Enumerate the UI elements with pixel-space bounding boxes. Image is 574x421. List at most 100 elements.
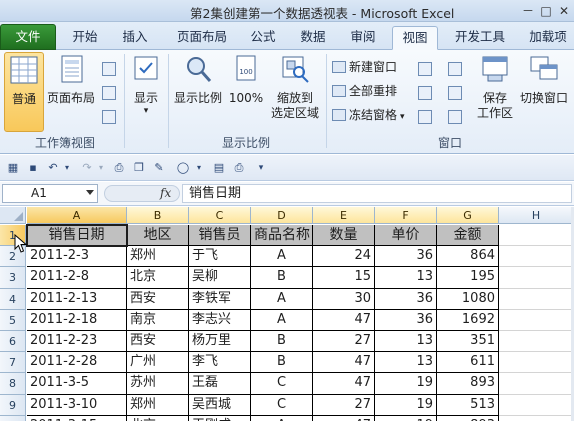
page-layout-view-button[interactable]: 页面布局 <box>46 52 96 132</box>
data-cell-amount[interactable]: 1080 <box>437 288 499 310</box>
grid-icon[interactable]: ▦ <box>6 161 20 175</box>
column-header-e[interactable]: E <box>313 207 375 224</box>
data-cell-date[interactable]: 2011-2-23 <box>27 331 127 353</box>
new-window-button[interactable]: 新建窗口 <box>332 58 397 76</box>
show-button[interactable]: 显示 ▾ <box>128 52 164 132</box>
data-cell-date[interactable]: 2011-2-28 <box>27 352 127 374</box>
data-cell-product[interactable]: A <box>251 415 313 421</box>
formula-input[interactable]: 销售日期 <box>182 184 572 203</box>
undo-dropdown-icon[interactable]: ▾ <box>60 161 74 175</box>
data-cell-unit-price[interactable]: 19 <box>375 415 437 421</box>
data-cell-product[interactable]: C <box>251 373 313 395</box>
empty-cell[interactable] <box>499 225 574 247</box>
data-cell-unit-price[interactable]: 36 <box>375 246 437 268</box>
name-box[interactable]: A1 <box>2 184 98 203</box>
data-cell-amount[interactable]: 1692 <box>437 309 499 331</box>
tab-data[interactable]: 数据 <box>294 26 332 50</box>
tab-insert[interactable]: 插入 <box>114 26 156 50</box>
data-cell-quantity[interactable]: 30 <box>313 288 375 310</box>
header-cell-region[interactable]: 地区 <box>127 225 189 247</box>
customize-toolbar-icon[interactable]: ▾ <box>254 161 268 175</box>
format-painter-icon[interactable]: ✎ <box>152 161 166 175</box>
custom-views-icon[interactable] <box>102 86 116 100</box>
data-cell-region[interactable]: 北京 <box>127 415 189 421</box>
data-cell-region[interactable]: 广州 <box>127 352 189 374</box>
data-cell-product[interactable]: B <box>251 331 313 353</box>
header-cell-date[interactable]: 销售日期 <box>27 225 127 247</box>
header-cell-quantity[interactable]: 数量 <box>313 225 375 247</box>
save-workspace-button[interactable]: 保存 工作区 <box>474 52 516 132</box>
empty-cell[interactable] <box>499 309 574 331</box>
switch-windows-button[interactable]: 切换窗口 <box>518 52 570 132</box>
column-header-a[interactable]: A <box>27 207 127 224</box>
tab-view[interactable]: 视图 <box>392 26 438 50</box>
arrange-all-button[interactable]: 全部重排 <box>332 82 397 100</box>
data-cell-date[interactable]: 2011-3-10 <box>27 394 127 416</box>
data-cell-amount[interactable]: 195 <box>437 267 499 289</box>
data-cell-region[interactable]: 西安 <box>127 331 189 353</box>
data-cell-region[interactable]: 北京 <box>127 267 189 289</box>
data-cell-region[interactable]: 郑州 <box>127 394 189 416</box>
unhide-icon[interactable] <box>418 110 432 124</box>
data-cell-product[interactable]: A <box>251 288 313 310</box>
tab-add-ins[interactable]: 加载项 <box>522 26 574 50</box>
row-header-4[interactable]: 4 <box>0 288 26 310</box>
data-cell-unit-price[interactable]: 19 <box>375 394 437 416</box>
page-break-preview-icon[interactable] <box>102 62 116 76</box>
maximize-button[interactable]: □ <box>538 3 554 19</box>
data-cell-region[interactable]: 苏州 <box>127 373 189 395</box>
data-cell-salesperson[interactable]: 李飞 <box>189 352 251 374</box>
tab-developer[interactable]: 开发工具 <box>448 26 512 50</box>
data-cell-date[interactable]: 2011-3-15 <box>27 415 127 421</box>
synchronous-scrolling-icon[interactable] <box>448 86 462 100</box>
header-cell-amount[interactable]: 金额 <box>437 225 499 247</box>
data-cell-product[interactable]: C <box>251 394 313 416</box>
data-cell-salesperson[interactable]: 李志兴 <box>189 309 251 331</box>
empty-cell[interactable] <box>499 415 574 421</box>
undo-icon[interactable]: ↶ <box>46 161 60 175</box>
data-cell-region[interactable]: 郑州 <box>127 246 189 268</box>
zoom-to-selection-button[interactable]: 缩放到 选定区域 <box>268 52 322 132</box>
data-cell-unit-price[interactable]: 36 <box>375 288 437 310</box>
data-cell-product[interactable]: A <box>251 309 313 331</box>
freeze-panes-button[interactable]: 冻结窗格 ▾ <box>332 106 405 124</box>
name-box-dropdown-icon[interactable] <box>86 190 94 195</box>
data-cell-unit-price[interactable]: 13 <box>375 267 437 289</box>
empty-cell[interactable] <box>499 246 574 268</box>
row-header-9[interactable]: 9 <box>0 394 26 416</box>
data-cell-salesperson[interactable]: 王刚成 <box>189 415 251 421</box>
zoom-100-button[interactable]: 100 100% <box>228 52 264 132</box>
data-cell-product[interactable]: B <box>251 267 313 289</box>
row-header-10[interactable]: 10 <box>0 415 26 421</box>
minimize-button[interactable]: － <box>520 3 536 19</box>
header-cell-salesperson[interactable]: 销售员 <box>189 225 251 247</box>
data-cell-salesperson[interactable]: 李铁军 <box>189 288 251 310</box>
print-preview-icon[interactable]: ⎙ <box>112 161 126 175</box>
data-cell-amount[interactable]: 893 <box>437 415 499 421</box>
column-header-c[interactable]: C <box>189 207 251 224</box>
data-cell-salesperson[interactable]: 王磊 <box>189 373 251 395</box>
normal-view-button[interactable]: 普通 <box>4 52 44 132</box>
data-cell-amount[interactable]: 864 <box>437 246 499 268</box>
row-header-8[interactable]: 8 <box>0 373 26 395</box>
data-cell-date[interactable]: 2011-3-5 <box>27 373 127 395</box>
zoom-button[interactable]: 显示比例 <box>172 52 224 132</box>
data-cell-date[interactable]: 2011-2-3 <box>27 246 127 268</box>
full-screen-icon[interactable] <box>102 110 116 124</box>
open-icon[interactable]: ▤ <box>212 161 226 175</box>
column-header-f[interactable]: F <box>375 207 437 224</box>
data-cell-unit-price[interactable]: 36 <box>375 309 437 331</box>
header-cell-product[interactable]: 商品名称 <box>251 225 313 247</box>
close-button[interactable]: ✕ <box>556 3 572 19</box>
data-cell-salesperson[interactable]: 于飞 <box>189 246 251 268</box>
printer-icon[interactable]: ⎙ <box>232 161 246 175</box>
data-cell-quantity[interactable]: 47 <box>313 309 375 331</box>
data-cell-product[interactable]: A <box>251 246 313 268</box>
header-cell-unit-price[interactable]: 单价 <box>375 225 437 247</box>
shape-icon[interactable]: ◯ <box>176 161 190 175</box>
data-cell-region[interactable]: 南京 <box>127 309 189 331</box>
data-cell-date[interactable]: 2011-2-18 <box>27 309 127 331</box>
data-cell-quantity[interactable]: 47 <box>313 373 375 395</box>
shape-dropdown-icon[interactable]: ▾ <box>192 161 206 175</box>
tab-formulas[interactable]: 公式 <box>244 26 282 50</box>
